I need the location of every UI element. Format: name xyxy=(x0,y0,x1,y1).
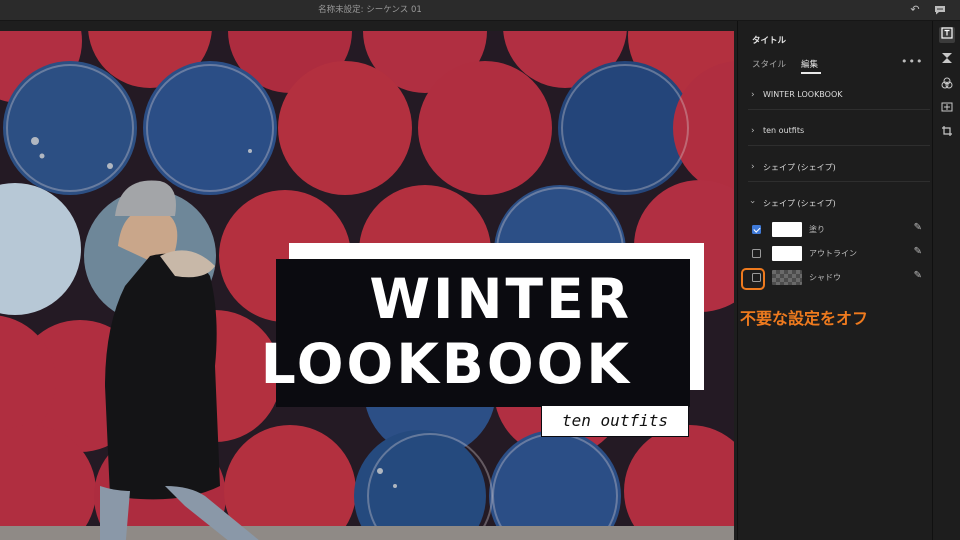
stroke-label: アウトライン xyxy=(809,249,857,258)
eyedropper-icon[interactable]: ✎ xyxy=(914,246,922,257)
layer-section-winter-lookbook[interactable]: › WINTER LOOKBOOK xyxy=(748,83,930,110)
chevron-right-icon: › xyxy=(751,162,755,172)
stroke-color-swatch[interactable] xyxy=(772,246,802,261)
audio-icon[interactable] xyxy=(939,101,955,117)
layer-section-ten-outfits[interactable]: › ten outfits xyxy=(748,119,930,146)
tab-style[interactable]: スタイル xyxy=(752,58,786,70)
color-icon[interactable] xyxy=(939,77,955,93)
chevron-right-icon: › xyxy=(751,126,755,136)
title-line-2: LOOKBOOK xyxy=(260,332,632,396)
transitions-icon[interactable] xyxy=(939,52,955,68)
appearance-fill-row: 塗り ✎ xyxy=(748,221,922,239)
shadow-color-swatch[interactable] xyxy=(772,270,802,285)
essential-graphics-panel: タイトル スタイル 編集 ••• › WINTER LOOKBOOK › ten… xyxy=(737,21,932,540)
eyedropper-icon[interactable]: ✎ xyxy=(914,270,922,281)
appearance-stroke-row: アウトライン ✎ xyxy=(748,245,922,263)
fill-label: 塗り xyxy=(809,225,825,234)
program-monitor[interactable]: WINTER LOOKBOOK ten outfits xyxy=(0,31,734,540)
eyedropper-icon[interactable]: ✎ xyxy=(914,222,922,233)
annotation-text: 不要な設定をオフ xyxy=(740,309,869,328)
more-options-icon[interactable]: ••• xyxy=(901,55,923,68)
title-black-box-shape[interactable]: WINTER LOOKBOOK xyxy=(261,259,690,407)
appearance-shadow-row: シャドウ ✎ xyxy=(748,269,922,287)
active-tab-indicator xyxy=(801,72,821,74)
chevron-down-icon: › xyxy=(746,200,757,204)
undo-icon[interactable]: ↶ xyxy=(909,4,921,16)
shadow-checkbox-highlight xyxy=(741,268,765,290)
workspace-toolstrip xyxy=(932,21,960,540)
title-line-1: WINTER xyxy=(369,267,632,331)
sequence-title: 名称未設定: シーケンス 01 xyxy=(318,5,422,15)
tab-edit[interactable]: 編集 xyxy=(801,58,818,70)
stroke-checkbox[interactable] xyxy=(752,249,761,258)
crop-icon[interactable] xyxy=(939,125,955,141)
section-label: WINTER LOOKBOOK xyxy=(763,90,843,99)
section-label: ten outfits xyxy=(763,126,805,135)
fill-checkbox[interactable] xyxy=(752,225,761,234)
shadow-label: シャドウ xyxy=(809,273,841,282)
chevron-right-icon: › xyxy=(751,90,755,100)
essential-graphics-icon[interactable] xyxy=(939,27,955,43)
layer-section-shape-1[interactable]: › シェイプ (シェイプ) xyxy=(748,155,930,182)
top-bar: 名称未設定: シーケンス 01 ↶ xyxy=(0,0,960,21)
layer-section-shape-2[interactable]: › シェイプ (シェイプ) xyxy=(746,191,930,217)
feedback-icon[interactable] xyxy=(934,4,946,16)
panel-heading: タイトル xyxy=(752,36,787,46)
section-label: シェイプ (シェイプ) xyxy=(763,163,836,172)
fill-color-swatch[interactable] xyxy=(772,222,802,237)
section-label: シェイプ (シェイプ) xyxy=(763,199,836,208)
subtitle-box[interactable]: ten outfits xyxy=(541,405,689,437)
